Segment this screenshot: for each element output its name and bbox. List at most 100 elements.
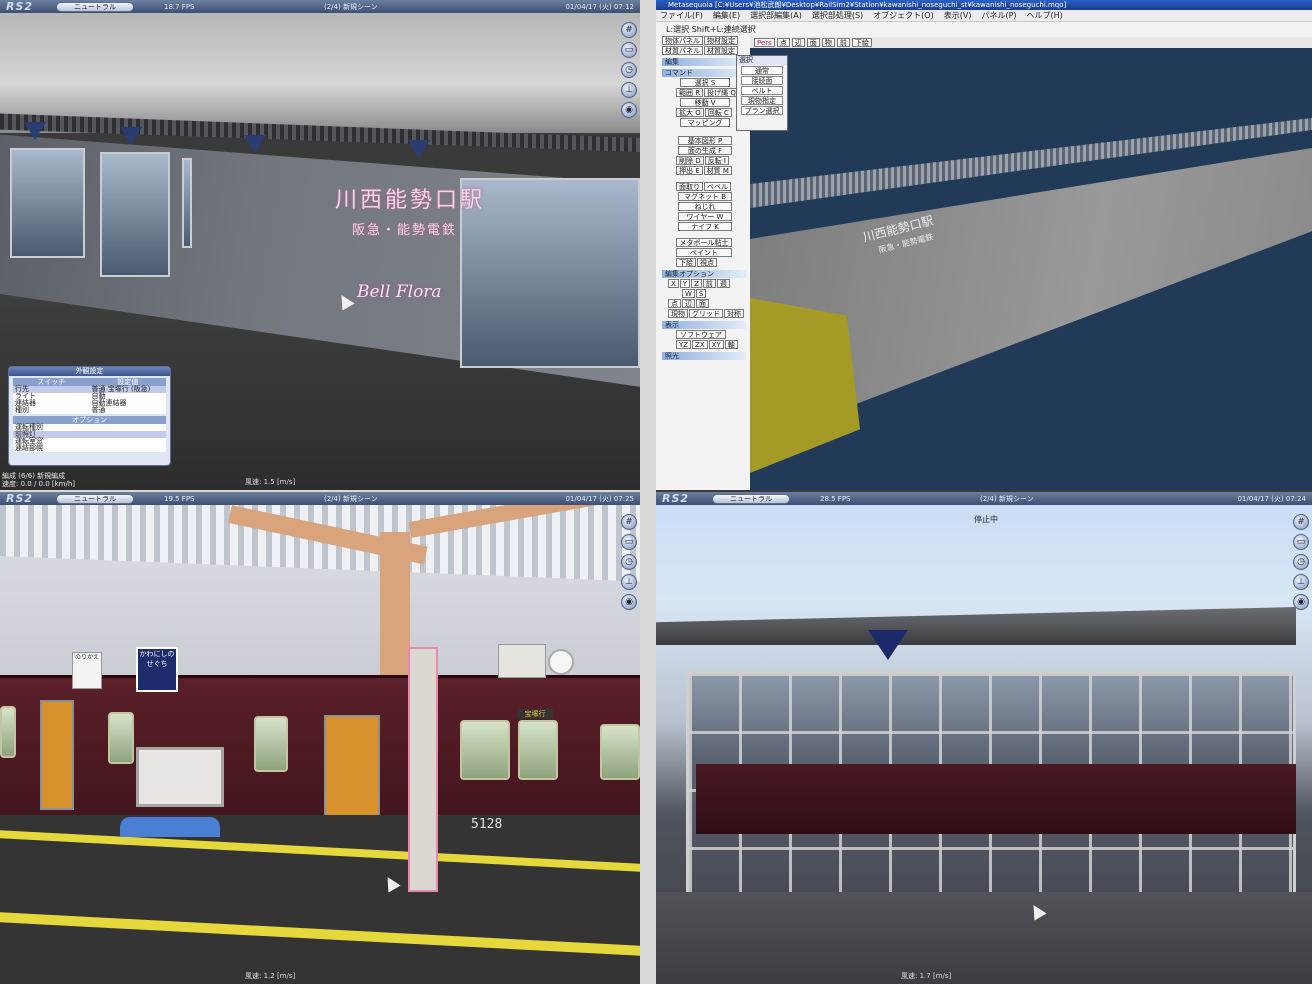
lasso-command-button[interactable]: 投げ縄 Q [704, 88, 739, 97]
neutral-mode-button[interactable]: ニュートラル [56, 493, 134, 504]
menu-panel[interactable]: パネル(P) [981, 10, 1016, 21]
magnet-command-button[interactable]: マグネット B [678, 192, 732, 201]
select-normal-item[interactable]: 通常 [741, 66, 783, 75]
camera-icon[interactable]: ▭ [621, 534, 637, 550]
show-edge-button[interactable]: 辺 [791, 38, 805, 47]
scale-command-button[interactable]: 拡大 O [676, 108, 704, 117]
show-front-button[interactable]: 前 [836, 38, 850, 47]
list-item[interactable]: 連結器 自動連結器 [13, 400, 166, 407]
railsim-view-top-left[interactable]: RS2 ニュートラル 18.7 FPS (2/4) 新規シーン 01/04/17… [0, 0, 640, 490]
paint-command-button[interactable]: ペイント [676, 248, 732, 257]
fps-readout: 28.5 FPS [820, 494, 851, 503]
fps-readout: 18.7 FPS [164, 2, 195, 11]
select-connected-item[interactable]: 接続面 [741, 76, 783, 85]
knife-command-button[interactable]: ナイフ K [678, 222, 732, 231]
show-underlay-button[interactable]: 下絵 [851, 38, 872, 47]
software-render-button[interactable]: ソフトウェア [676, 330, 726, 339]
menu-object[interactable]: オブジェクト(O) [873, 10, 934, 21]
chamfer-command-button[interactable]: 面取り [676, 182, 703, 191]
select-current-item[interactable]: 現物指定 [741, 96, 783, 105]
object-setting-button[interactable]: 物材設定 [704, 36, 738, 45]
camera-icon[interactable]: ▭ [1293, 534, 1309, 550]
view-xy-button[interactable]: XY [708, 340, 724, 349]
select-mode-popup[interactable]: 選択 通常 接続面 ベルト 現物指定 プラン選択 [736, 55, 788, 131]
select-belt-item[interactable]: ベルト [741, 86, 783, 95]
eye-icon[interactable]: ◉ [621, 594, 637, 610]
neutral-mode-button[interactable]: ニュートラル [712, 493, 790, 504]
station-lower-wall [656, 892, 1312, 984]
show-object-button[interactable]: 物 [821, 38, 835, 47]
viewpoint-command-button[interactable]: 視点 [697, 258, 717, 267]
show-face-button[interactable]: 面 [806, 38, 820, 47]
stand-icon[interactable]: ⊥ [1293, 574, 1309, 590]
eye-icon[interactable]: ◉ [621, 102, 637, 118]
menu-help[interactable]: ヘルプ(H) [1027, 10, 1063, 21]
rotate-command-button[interactable]: 回転 C [704, 108, 732, 117]
primitive-command-button[interactable]: 基本図形 P [678, 136, 732, 145]
grid-icon[interactable]: # [1293, 514, 1309, 530]
list-item[interactable]: 種別 普通 [13, 407, 166, 414]
select-edge-toggle[interactable]: 辺 [682, 299, 695, 308]
material-panel-button[interactable]: 材質パネル [662, 46, 703, 55]
object-panel-button[interactable]: 物体パネル [662, 36, 703, 45]
symmetry-toggle[interactable]: 対称 [724, 309, 744, 318]
menu-selection-process[interactable]: 選択部処理(S) [812, 10, 863, 21]
select-plan-item[interactable]: プラン選択 [741, 106, 783, 115]
extrude-command-button[interactable]: 押出 E [676, 166, 703, 175]
neutral-mode-button[interactable]: ニュートラル [56, 1, 134, 12]
bevel-command-button[interactable]: ベベル [704, 182, 731, 191]
show-vertex-button[interactable]: 点 [776, 38, 790, 47]
list-item[interactable]: 連結部幌 [13, 445, 166, 452]
menu-view[interactable]: 表示(V) [944, 10, 972, 21]
select-face-toggle[interactable]: 面 [696, 299, 709, 308]
material-setting-button[interactable]: 材質設定 [704, 46, 738, 55]
grid-toggle[interactable]: グリッド [689, 309, 723, 318]
railsim-view-bottom-right[interactable]: RS2 ニュートラル 28.5 FPS (2/4) 新規シーン 01/04/17… [656, 492, 1312, 984]
clock-icon[interactable]: ◷ [621, 62, 637, 78]
perspective-button[interactable]: Pers [754, 38, 775, 47]
material-command-button[interactable]: 材質 M [703, 166, 732, 175]
select-vertex-toggle[interactable]: 点 [668, 299, 681, 308]
menu-file[interactable]: ファイル(F) [660, 10, 703, 21]
train-window [460, 720, 510, 780]
railsim-view-bottom-left[interactable]: RS2 ニュートラル 19.5 FPS (2/4) 新規シーン 01/04/17… [0, 492, 640, 984]
wire-command-button[interactable]: ワイヤー W [678, 212, 732, 221]
axis-x-toggle[interactable]: X [668, 279, 679, 288]
view-zx-button[interactable]: ZX [692, 340, 708, 349]
roof-marker [868, 630, 908, 660]
front-toggle[interactable]: 前 [702, 279, 716, 288]
view-axis-button[interactable]: 軸 [724, 340, 738, 349]
select-command-button[interactable]: 選択 S [680, 78, 730, 87]
axis-y-toggle[interactable]: Y [679, 279, 691, 288]
view-yz-button[interactable]: YZ [676, 340, 692, 349]
eye-icon[interactable]: ◉ [1293, 594, 1309, 610]
mapping-command-button[interactable]: マッピング [680, 118, 730, 127]
around-toggle[interactable]: 週 [716, 279, 730, 288]
mq-3d-viewport[interactable]: 川西能勢口駅 阪急・能勢電鉄 [750, 48, 1312, 490]
twist-command-button[interactable]: ねじれ [678, 202, 732, 211]
delete-command-button[interactable]: 削除 D [676, 156, 704, 165]
metaball-command-button[interactable]: メタボール粘土 [676, 238, 732, 247]
grid-icon[interactable]: # [621, 22, 637, 38]
grid-icon[interactable]: # [621, 514, 637, 530]
car-number: 5128 [471, 817, 503, 832]
appearance-settings-window[interactable]: 外観設定 スイッチ 設定値 行先 普通 宝塚行 (阪急) ライト 自動 連結器 自動連… [8, 366, 171, 466]
camera-icon[interactable]: ▭ [621, 42, 637, 58]
create-face-command-button[interactable]: 面の生成 F [678, 146, 732, 155]
world-toggle[interactable]: W [682, 289, 695, 298]
flip-command-button[interactable]: 反転 I [704, 156, 729, 165]
move-command-button[interactable]: 移動 V [680, 98, 730, 107]
axis-z-toggle[interactable]: Z [691, 279, 702, 288]
menu-selection-edit[interactable]: 選択部編集(A) [750, 10, 802, 21]
stand-icon[interactable]: ⊥ [621, 574, 637, 590]
current-object-toggle[interactable]: 現物 [668, 309, 688, 318]
stand-icon[interactable]: ⊥ [621, 82, 637, 98]
mq-view-toolbar: Pers 点 辺 面 物 前 下絵 [750, 37, 1312, 48]
clock-icon[interactable]: ◷ [1293, 554, 1309, 570]
underlay-command-button[interactable]: 下絵 [676, 258, 696, 267]
range-command-button[interactable]: 範囲 R [676, 88, 704, 97]
menu-edit[interactable]: 編集(E) [713, 10, 740, 21]
clock-icon[interactable]: ◷ [621, 554, 637, 570]
metasequoia-window[interactable]: Metasequoia [C:¥Users¥池松武朗¥Desktop¥RailS… [656, 0, 1312, 490]
screen-toggle[interactable]: S [695, 289, 707, 298]
